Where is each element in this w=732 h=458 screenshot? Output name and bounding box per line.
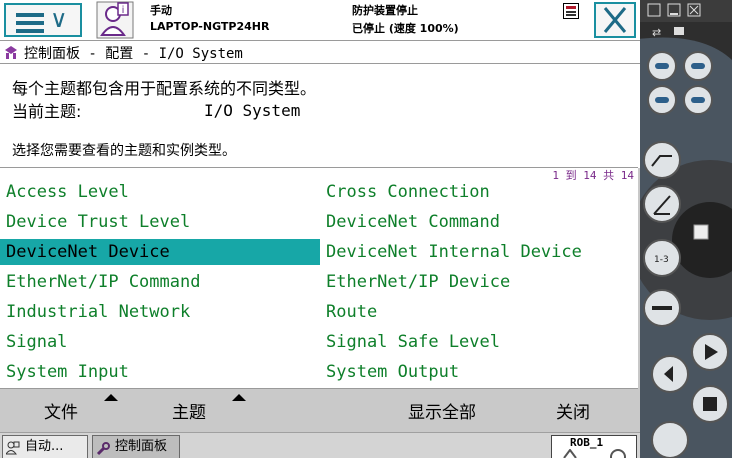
task-tab-label: 控制面板 (115, 439, 168, 454)
current-topic-value: I/O System (204, 101, 301, 120)
file-menu-button[interactable]: 文件 (44, 398, 78, 423)
event-log-icon[interactable] (563, 3, 579, 19)
robot-name: ROB_1 (570, 436, 604, 449)
control-panel-icon (5, 46, 17, 59)
breadcrumb: 控制面板 - 配置 - I/O System (24, 46, 243, 62)
svg-text:1-3: 1-3 (654, 255, 669, 265)
step-forward-button[interactable] (651, 421, 689, 458)
guard-status: 防护装置停止 (352, 4, 418, 17)
production-window-icon (6, 441, 20, 455)
list-item[interactable]: Route (320, 299, 638, 325)
main-menu-button[interactable]: ∨ (4, 3, 82, 37)
operator-window-icon[interactable]: i (96, 1, 134, 39)
list-item[interactable]: Industrial Network (0, 299, 320, 325)
run-status: 已停止 (速度 100%) (352, 22, 459, 35)
flexpendant-hardware-panel: ⇄ 1-3 (640, 0, 732, 458)
menu-up-arrow-icon (232, 394, 246, 401)
command-bar (0, 389, 640, 433)
show-all-button[interactable]: 显示全部 (408, 398, 476, 423)
chevron-down-icon: ∨ (50, 5, 68, 33)
mode-status: 手动 (150, 4, 172, 17)
svg-text:⇄: ⇄ (652, 26, 661, 39)
list-item-selected[interactable]: DeviceNet Device (0, 239, 320, 265)
wrench-icon (96, 442, 110, 456)
list-item[interactable]: Signal (0, 329, 320, 355)
menu-up-arrow-icon (104, 394, 118, 401)
topic-menu-button[interactable]: 主题 (172, 398, 206, 423)
close-icon (603, 7, 627, 33)
list-item[interactable]: DeviceNet Command (320, 209, 638, 235)
list-item[interactable]: EtherNet/IP Command (0, 269, 320, 295)
svg-text:i: i (122, 5, 125, 16)
list-item[interactable]: System Output (320, 359, 638, 385)
list-item[interactable]: Device Trust Level (0, 209, 320, 235)
list-item[interactable]: DeviceNet Internal Device (320, 239, 638, 265)
list-item[interactable]: Signal Safe Level (320, 329, 638, 355)
hamburger-icon (16, 13, 44, 37)
close-window-button[interactable] (594, 2, 636, 38)
host-name: LAPTOP-NGTP24HR (150, 20, 270, 33)
current-topic-label: 当前主题: (12, 102, 82, 121)
list-item[interactable]: System Input (0, 359, 320, 385)
robot-icon (563, 449, 626, 458)
mechanical-unit-button[interactable] (643, 141, 681, 179)
select-prompt: 选择您需要查看的主题和实例类型。 (12, 143, 236, 159)
task-tab-label: 自动... (25, 439, 64, 454)
list-item[interactable]: EtherNet/IP Device (320, 269, 638, 295)
topic-description: 每个主题都包含用于配置系统的不同类型。 (12, 79, 317, 98)
joystick-indicator (693, 224, 709, 240)
close-button[interactable]: 关闭 (556, 398, 590, 423)
list-item[interactable]: Cross Connection (320, 179, 638, 205)
list-item[interactable]: Access Level (0, 179, 320, 205)
